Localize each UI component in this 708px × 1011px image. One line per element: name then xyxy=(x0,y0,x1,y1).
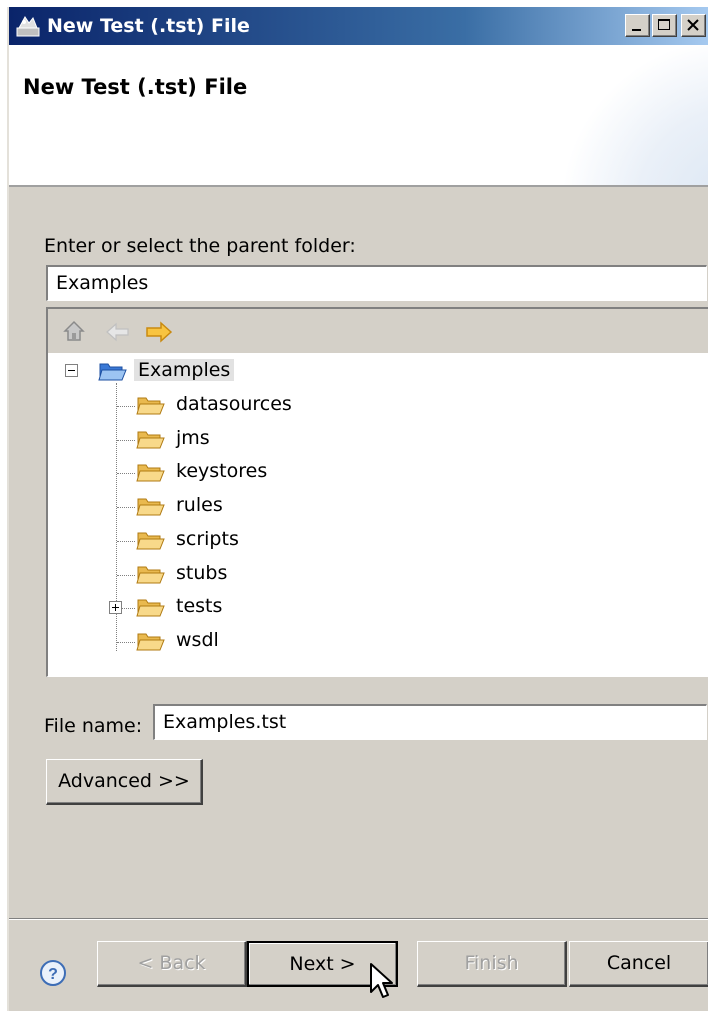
home-icon[interactable] xyxy=(62,319,86,343)
open-folder-icon xyxy=(98,363,127,381)
banner-graphic xyxy=(560,45,708,185)
tree-guide-branch xyxy=(117,507,135,509)
cancel-button[interactable]: Cancel xyxy=(569,941,708,987)
back-button[interactable]: < Back xyxy=(97,941,247,987)
tree-item-label: stubs xyxy=(176,561,228,584)
parent-folder-label: Enter or select the parent folder: xyxy=(44,235,356,257)
folder-icon xyxy=(136,464,165,482)
mouse-cursor-icon xyxy=(370,963,393,998)
window-title: New Test (.tst) File xyxy=(47,15,250,37)
tree-item-label: jms xyxy=(176,426,210,449)
file-name-input[interactable]: Examples.tst xyxy=(153,704,707,740)
folder-icon xyxy=(136,397,165,415)
minimize-icon xyxy=(632,29,641,31)
tree-item-label: scripts xyxy=(176,527,239,550)
close-icon xyxy=(687,19,699,31)
tree-item-label: datasources xyxy=(176,393,292,415)
tree-item-label: rules xyxy=(176,494,223,517)
tree-guide-branch xyxy=(117,439,135,441)
parent-folder-input[interactable]: Examples xyxy=(46,265,707,301)
tree-guide-branch xyxy=(117,406,135,407)
minimize-button[interactable] xyxy=(625,14,650,37)
folder-icon xyxy=(136,532,165,550)
maximize-icon xyxy=(658,19,670,30)
tree-item-label: keystores xyxy=(176,460,268,483)
folder-icon xyxy=(136,566,165,583)
close-button[interactable] xyxy=(681,14,706,37)
wizard-icon xyxy=(16,16,40,37)
advanced-button[interactable]: Advanced >> xyxy=(46,759,203,805)
forward-arrow-icon[interactable] xyxy=(145,321,173,343)
file-name-label: File name: xyxy=(44,715,143,737)
folder-tree[interactable]: Examples datasources jms keystores rules scr… xyxy=(46,307,708,677)
tree-item-label: wsdl xyxy=(176,628,219,651)
svg-text:?: ? xyxy=(48,966,58,983)
button-bar-separator xyxy=(9,918,708,920)
dialog-window: New Test (.tst) File New Test (.tst) Fil… xyxy=(7,7,708,1011)
folder-icon xyxy=(136,599,165,617)
tree-toolbar xyxy=(48,309,708,353)
tree-guide-branch xyxy=(117,473,135,475)
tree-item-label: Examples xyxy=(134,359,235,381)
wizard-banner: New Test (.tst) File xyxy=(9,45,708,187)
tree-guide-branch xyxy=(117,540,135,542)
tree-guide-branch xyxy=(117,574,135,576)
back-arrow-icon[interactable] xyxy=(105,322,131,342)
banner-title: New Test (.tst) File xyxy=(23,75,248,99)
finish-button[interactable]: Finish xyxy=(417,941,567,987)
expand-toggle[interactable] xyxy=(109,601,122,615)
collapse-toggle[interactable] xyxy=(65,364,78,377)
title-bar[interactable]: New Test (.tst) File xyxy=(9,7,708,45)
help-icon[interactable]: ? xyxy=(39,959,67,987)
folder-icon xyxy=(136,633,165,651)
folder-icon xyxy=(136,431,165,449)
tree-item-label: tests xyxy=(176,595,223,618)
folder-icon xyxy=(136,498,165,516)
tree-guide-branch xyxy=(117,641,135,643)
maximize-button[interactable] xyxy=(652,14,677,37)
